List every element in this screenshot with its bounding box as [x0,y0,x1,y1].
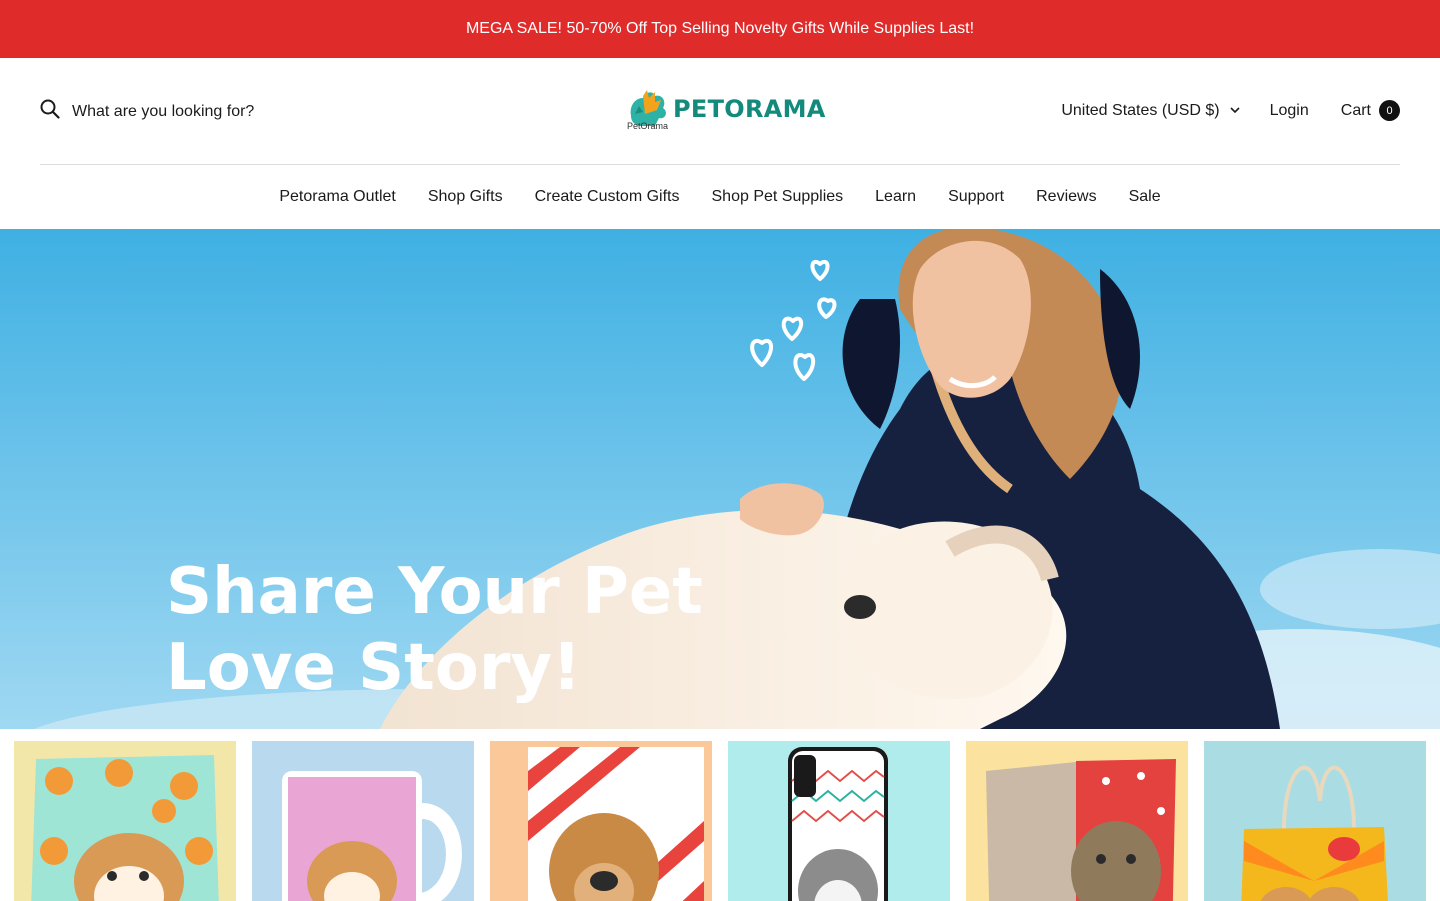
nav-item-petorama-outlet[interactable]: Petorama Outlet [279,188,396,206]
product-card-pillow[interactable] [14,741,236,901]
product-card-tote-bag[interactable] [1204,741,1426,901]
product-card-blanket[interactable] [490,741,712,901]
site-header: PETORAMA PetOrama United States (USD $) … [40,58,1400,165]
logo-subtext: PetOrama [627,121,669,131]
search-input[interactable] [70,101,334,122]
hero-subtitle: And You Could Win A Custom Product With … [166,721,586,729]
product-card-sequin-pillow[interactable] [966,741,1188,901]
search-bar[interactable] [40,99,334,124]
chevron-down-icon [1230,107,1240,114]
announcement-bar[interactable]: MEGA SALE! 50-70% Off Top Selling Novelt… [0,0,1440,58]
login-link[interactable]: Login [1270,102,1309,120]
phone-case-image [728,741,950,901]
site-logo[interactable]: PETORAMA PetOrama [625,86,826,132]
product-card-phone-case[interactable] [728,741,950,901]
search-icon[interactable] [40,99,60,124]
nav-item-learn[interactable]: Learn [875,188,916,206]
sequin-pillow-image [966,741,1188,901]
cart-count-badge: 0 [1379,100,1400,121]
cart-label: Cart [1340,101,1371,119]
hero-banner[interactable]: Share Your Pet Love Story! And You Could… [0,229,1440,729]
nav-item-shop-gifts[interactable]: Shop Gifts [428,188,503,206]
tote-bag-image [1204,741,1426,901]
nav-item-support[interactable]: Support [948,188,1004,206]
pillow-image [14,741,236,901]
nav-item-shop-pet-supplies[interactable]: Shop Pet Supplies [712,188,844,206]
currency-selector[interactable]: United States (USD $) [1061,101,1240,120]
main-nav: Petorama Outlet Shop Gifts Create Custom… [0,165,1440,229]
header-actions: United States (USD $) Login Cart 0 [1061,100,1400,121]
product-grid [0,729,1440,901]
blanket-image [490,741,712,901]
logo-wordmark: PETORAMA [673,95,826,123]
currency-label: United States (USD $) [1061,101,1220,119]
hero-title: Share Your Pet Love Story! [166,555,703,705]
mug-image [252,741,474,901]
nav-item-sale[interactable]: Sale [1129,188,1161,206]
cart-link[interactable]: Cart 0 [1341,100,1400,121]
announcement-text[interactable]: MEGA SALE! 50-70% Off Top Selling Novelt… [466,20,974,38]
nav-item-create-custom-gifts[interactable]: Create Custom Gifts [535,188,680,206]
product-card-mug[interactable] [252,741,474,901]
nav-item-reviews[interactable]: Reviews [1036,188,1096,206]
